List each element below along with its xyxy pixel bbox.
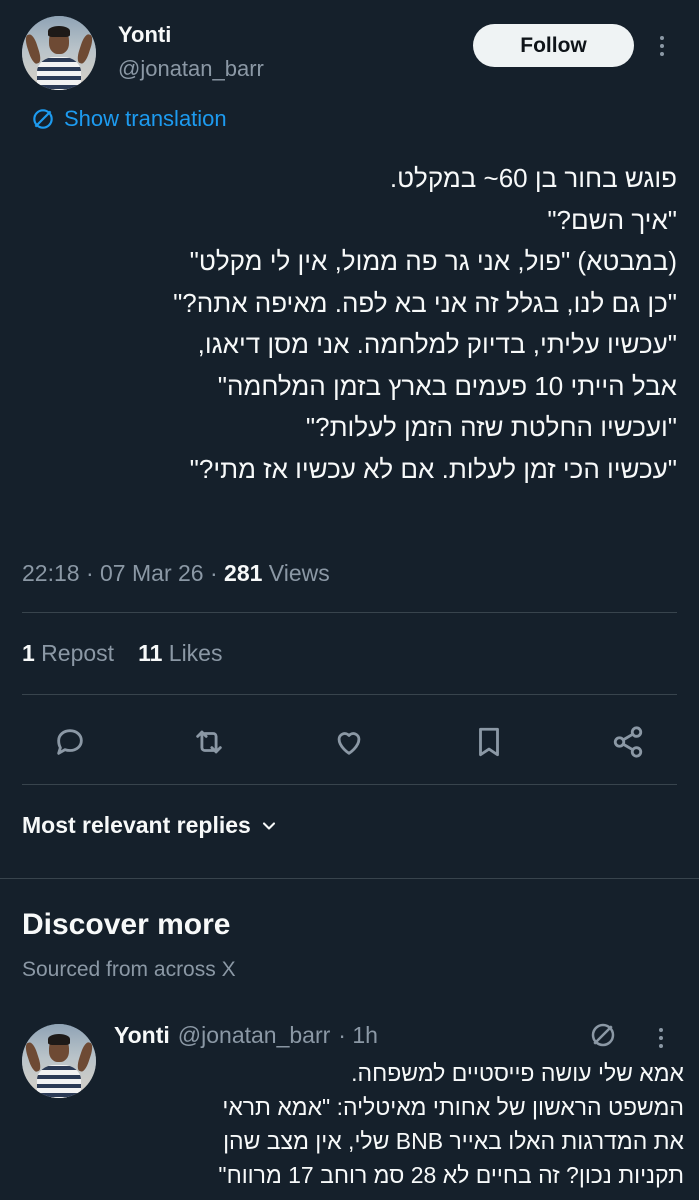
tweet-text: פוגש בחור בן 60~ במקלט. "איך השם?" (במבט… — [17, 158, 677, 490]
reply-icon — [57, 729, 83, 755]
tweet-line: "ועכשיו החלטת שזה הזמן לעלות?" — [305, 412, 677, 442]
reply-author-handle[interactable]: @jonatan_barr — [178, 1022, 331, 1049]
tweet-date[interactable]: 07 Mar 26 — [100, 560, 204, 587]
discover-subtitle: Sourced from across X — [22, 958, 236, 981]
chevron-down-icon — [262, 821, 275, 830]
translate-icon — [33, 109, 53, 129]
share-icon — [613, 726, 643, 758]
author-name[interactable]: Yonti — [118, 22, 171, 48]
author-handle[interactable]: @jonatan_barr — [118, 56, 264, 82]
bookmark-button[interactable] — [469, 722, 509, 762]
divider — [22, 694, 677, 695]
author-avatar[interactable] — [22, 16, 96, 90]
tweet-line: "עכשיו הכי זמן לעלות. אם לא עכשיו אז מתי… — [189, 453, 677, 484]
more-options-icon[interactable] — [658, 36, 666, 56]
reposts-count: 1 — [22, 640, 35, 666]
bookmark-icon — [479, 727, 499, 757]
meta-separator: · — [79, 560, 101, 586]
views-count[interactable]: 281 — [224, 560, 262, 587]
tweet-meta: 22:18 · 07 Mar 26 · 281 Views — [22, 560, 330, 587]
share-button[interactable] — [608, 722, 648, 762]
tweet-line: "כן גם לנו, בגלל זה אני בא לפה. מאיפה את… — [173, 287, 677, 318]
replies-sort-label: Most relevant replies — [22, 812, 251, 838]
tweet-line: אבל הייתי 10 פעמים בארץ בזמן המלחמה" — [217, 370, 677, 401]
retweet-button[interactable] — [189, 722, 229, 762]
reply-line: המשפט הראשון של אחותי מאיטליה: "אמא תראי — [222, 1094, 684, 1120]
reply-author-name[interactable]: Yonti — [114, 1022, 170, 1049]
reply-header: Yonti @jonatan_barr · 1h — [114, 1022, 378, 1049]
likes-count: 11 — [138, 640, 163, 666]
meta-separator: · — [203, 560, 225, 586]
show-translation-link[interactable]: Show translation — [30, 106, 227, 132]
likes-stat[interactable]: 11 Likes — [138, 640, 222, 667]
grok-icon[interactable] — [588, 1020, 618, 1050]
views-label: Views — [262, 560, 330, 586]
discover-title: Discover more — [22, 908, 231, 941]
engagement-stats: 1 Repost 11 Likes — [22, 640, 222, 667]
reply-line: תקניות נכון? זה בחיים לא 28 סמ רוחב 17 מ… — [218, 1162, 684, 1188]
reply-author-avatar[interactable] — [22, 1024, 96, 1098]
divider — [22, 784, 677, 785]
follow-button[interactable]: Follow — [473, 24, 634, 67]
show-translation-label: Show translation — [64, 106, 227, 131]
reply-line: אמא שלי עושה פייסטיים למשפחה. — [351, 1060, 684, 1086]
tweet-line: "איך השם?" — [547, 204, 677, 235]
divider — [22, 612, 677, 613]
tweet-line: "עכשיו עליתי, בדיוק למלחמה. אני מסן דיאג… — [197, 329, 677, 359]
replies-sort-dropdown[interactable]: Most relevant replies — [22, 812, 279, 839]
reposts-stat[interactable]: 1 Repost — [22, 640, 114, 667]
retweet-icon — [196, 730, 222, 754]
likes-label: Likes — [162, 640, 223, 666]
reply-text: אמא שלי עושה פייסטיים למשפחה. המשפט הראש… — [114, 1056, 684, 1192]
reply-line: את המדרגות האלו באייר BNB שלי, אין מצב ש… — [223, 1128, 684, 1154]
reposts-label: Repost — [34, 640, 115, 666]
tweet-line: פוגש בחור בן 60~ במקלט. — [389, 163, 677, 193]
tweet-time[interactable]: 22:18 — [22, 560, 80, 587]
reply-more-options-icon[interactable] — [657, 1028, 665, 1048]
tweet-line: (במבטא) "פול, אני גר פה ממול, אין לי מקל… — [189, 246, 677, 276]
like-button[interactable] — [329, 722, 369, 762]
like-icon — [337, 732, 361, 755]
section-divider — [0, 878, 699, 879]
reply-button[interactable] — [50, 722, 90, 762]
reply-time[interactable]: · 1h — [338, 1022, 378, 1049]
